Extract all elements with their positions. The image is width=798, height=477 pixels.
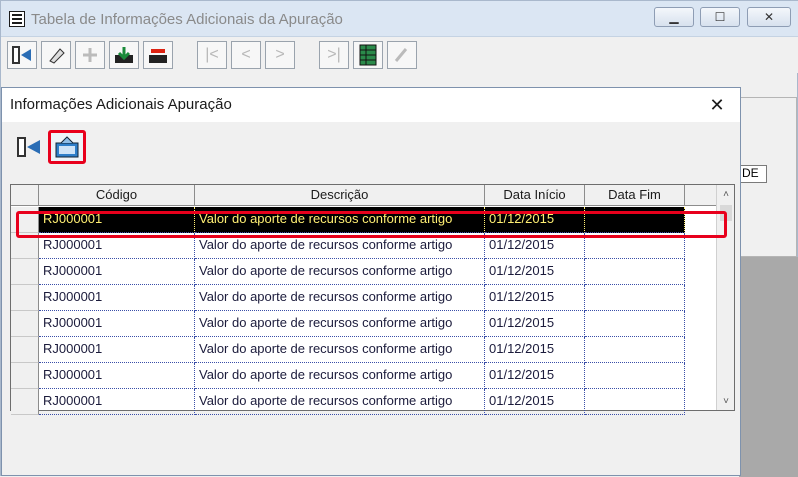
cell-data-fim[interactable]	[585, 259, 685, 285]
row-indicator[interactable]	[11, 207, 39, 233]
undo-button[interactable]	[48, 130, 86, 164]
vertical-scrollbar[interactable]: ˄ ˅	[716, 185, 734, 410]
cell-data-fim[interactable]	[585, 207, 685, 233]
cell-data-inicio[interactable]: 01/12/2015	[485, 285, 585, 311]
cell-codigo[interactable]: RJ000001	[39, 363, 195, 389]
header-indicator	[11, 185, 39, 206]
dialog-close-button[interactable]: ✕	[702, 92, 732, 118]
exit-door-icon	[12, 46, 31, 64]
scroll-up-arrow[interactable]: ˄	[717, 185, 735, 203]
cell-codigo[interactable]: RJ000001	[39, 285, 195, 311]
table-row[interactable]: RJ000001 Valor do aporte de recursos conf…	[11, 285, 716, 311]
last-icon: >|	[327, 46, 341, 63]
column-header-codigo[interactable]: Código	[39, 185, 195, 206]
table-row[interactable]: RJ000001 Valor do aporte de recursos conf…	[11, 233, 716, 259]
main-window-title: Tabela de Informações Adicionais da Apur…	[31, 11, 343, 28]
eraser-button[interactable]	[41, 41, 71, 69]
column-header-descricao[interactable]: Descrição	[195, 185, 485, 206]
row-indicator[interactable]	[11, 311, 39, 337]
delete-button[interactable]	[143, 41, 173, 69]
grid-header: Código Descrição Data Início Data Fim	[11, 185, 716, 206]
exit-door-icon	[17, 137, 40, 157]
column-header-data-inicio[interactable]: Data Início	[485, 185, 585, 206]
dialog-exit-button[interactable]	[14, 132, 44, 162]
cell-codigo[interactable]: RJ000001	[39, 389, 195, 415]
cell-codigo[interactable]: RJ000001	[39, 259, 195, 285]
table-row[interactable]: RJ000001 Valor do aporte de recursos conf…	[11, 207, 716, 233]
window-app-icon	[9, 11, 25, 27]
row-indicator[interactable]	[11, 337, 39, 363]
cell-codigo[interactable]: RJ000001	[39, 337, 195, 363]
exit-button[interactable]	[7, 41, 37, 69]
undo-icon	[55, 136, 79, 158]
data-grid[interactable]: Código Descrição Data Início Data Fim RJ…	[10, 184, 735, 415]
cell-data-inicio[interactable]: 01/12/2015	[485, 207, 585, 233]
cell-data-inicio[interactable]: 01/12/2015	[485, 363, 585, 389]
table-row[interactable]: RJ000001 Valor do aporte de recursos conf…	[11, 337, 716, 363]
row-indicator[interactable]	[11, 389, 39, 415]
background-workspace	[739, 257, 798, 477]
row-indicator[interactable]	[11, 285, 39, 311]
edit-disabled-icon	[394, 48, 408, 62]
cell-data-inicio[interactable]: 01/12/2015	[485, 233, 585, 259]
cell-descricao[interactable]: Valor do aporte de recursos conforme art…	[195, 363, 485, 389]
cell-data-fim[interactable]	[585, 233, 685, 259]
row-indicator[interactable]	[11, 363, 39, 389]
delete-icon	[149, 49, 167, 63]
cell-descricao[interactable]: Valor do aporte de recursos conforme art…	[195, 259, 485, 285]
dialog-toolbar	[2, 122, 740, 172]
dialog-title: Informações Adicionais Apuração	[10, 96, 232, 113]
background-field: DE	[739, 165, 767, 183]
cell-data-inicio[interactable]: 01/12/2015	[485, 337, 585, 363]
first-record-button[interactable]: |<	[197, 41, 227, 69]
first-icon: |<	[205, 46, 219, 63]
eraser-icon	[49, 48, 65, 64]
cell-descricao[interactable]: Valor do aporte de recursos conforme art…	[195, 285, 485, 311]
table-row[interactable]: RJ000001 Valor do aporte de recursos conf…	[11, 311, 716, 337]
cell-data-fim[interactable]	[585, 389, 685, 415]
cell-codigo[interactable]: RJ000001	[39, 207, 195, 233]
row-indicator[interactable]	[11, 233, 39, 259]
add-button[interactable]	[75, 41, 105, 69]
minimize-button[interactable]: ▁	[654, 7, 694, 27]
cell-data-fim[interactable]	[585, 285, 685, 311]
cell-codigo[interactable]: RJ000001	[39, 233, 195, 259]
cell-data-fim[interactable]	[585, 337, 685, 363]
cell-descricao[interactable]: Valor do aporte de recursos conforme art…	[195, 207, 485, 233]
save-button[interactable]	[109, 41, 139, 69]
grid-view-icon	[359, 44, 377, 66]
column-header-data-fim[interactable]: Data Fim	[585, 185, 685, 206]
main-titlebar: Tabela de Informações Adicionais da Apur…	[1, 1, 798, 37]
edit-button[interactable]	[387, 41, 417, 69]
grid-view-button[interactable]	[353, 41, 383, 69]
previous-icon: <	[241, 46, 251, 63]
cell-data-inicio[interactable]: 01/12/2015	[485, 259, 585, 285]
additional-info-dialog: Informações Adicionais Apuração ✕ Código…	[1, 87, 741, 476]
cell-codigo[interactable]: RJ000001	[39, 311, 195, 337]
main-toolbar: |< < > >|	[1, 37, 798, 73]
add-disabled-icon	[83, 48, 97, 62]
row-indicator[interactable]	[11, 259, 39, 285]
dialog-titlebar: Informações Adicionais Apuração ✕	[2, 88, 740, 122]
previous-record-button[interactable]: <	[231, 41, 261, 69]
next-record-button[interactable]: >	[265, 41, 295, 69]
cell-descricao[interactable]: Valor do aporte de recursos conforme art…	[195, 337, 485, 363]
cell-data-inicio[interactable]: 01/12/2015	[485, 389, 585, 415]
cell-descricao[interactable]: Valor do aporte de recursos conforme art…	[195, 389, 485, 415]
scroll-thumb[interactable]	[720, 205, 732, 221]
maximize-button[interactable]: ☐	[700, 7, 740, 27]
cell-data-inicio[interactable]: 01/12/2015	[485, 311, 585, 337]
cell-descricao[interactable]: Valor do aporte de recursos conforme art…	[195, 233, 485, 259]
cell-data-fim[interactable]	[585, 311, 685, 337]
table-row[interactable]: RJ000001 Valor do aporte de recursos conf…	[11, 389, 716, 415]
table-row[interactable]: RJ000001 Valor do aporte de recursos conf…	[11, 363, 716, 389]
last-record-button[interactable]: >|	[319, 41, 349, 69]
scroll-down-arrow[interactable]: ˅	[717, 392, 735, 410]
save-icon	[115, 47, 133, 63]
cell-descricao[interactable]: Valor do aporte de recursos conforme art…	[195, 311, 485, 337]
cell-data-fim[interactable]	[585, 363, 685, 389]
next-icon: >	[275, 46, 285, 63]
table-row[interactable]: RJ000001 Valor do aporte de recursos conf…	[11, 259, 716, 285]
window-close-button[interactable]: ✕	[747, 7, 791, 27]
